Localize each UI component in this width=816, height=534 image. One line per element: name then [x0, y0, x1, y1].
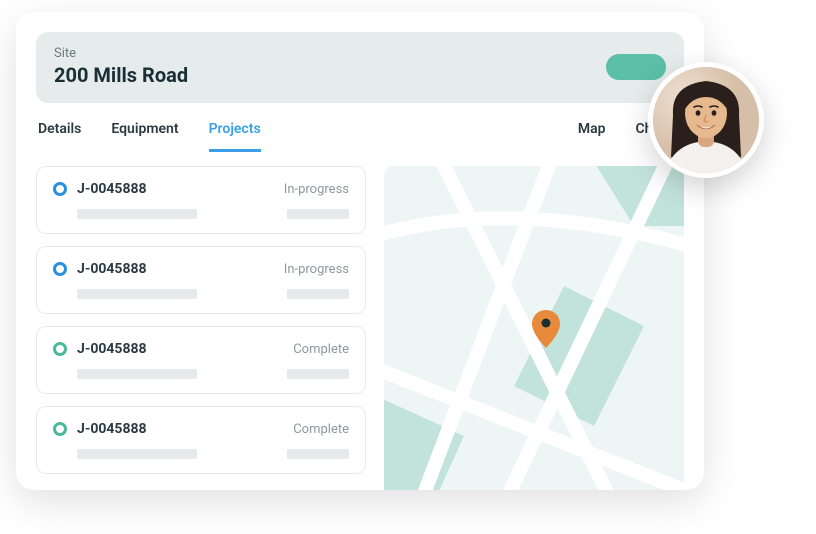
- tab-map[interactable]: Map: [578, 121, 606, 152]
- placeholder-line: [77, 289, 197, 299]
- project-card[interactable]: J-0045888 In-progress: [36, 246, 366, 314]
- site-title: 200 Mills Road: [54, 63, 188, 87]
- status-toggle[interactable]: [606, 54, 666, 80]
- project-card[interactable]: J-0045888 Complete: [36, 326, 366, 394]
- project-id: J-0045888: [77, 421, 147, 437]
- project-id: J-0045888: [77, 181, 147, 197]
- project-status: Complete: [293, 342, 349, 357]
- project-id: J-0045888: [77, 341, 147, 357]
- placeholder-line: [287, 289, 349, 299]
- avatar-image: [653, 67, 759, 173]
- site-label: Site: [54, 46, 188, 61]
- project-status: In-progress: [284, 182, 349, 197]
- project-id: J-0045888: [77, 261, 147, 277]
- content-area: J-0045888 In-progress J-0045888 In-progr…: [16, 152, 704, 490]
- tab-details[interactable]: Details: [38, 121, 81, 152]
- status-indicator-icon: [53, 422, 67, 436]
- project-card[interactable]: J-0045888 In-progress: [36, 166, 366, 234]
- placeholder-line: [77, 449, 197, 459]
- status-indicator-icon: [53, 262, 67, 276]
- placeholder-line: [287, 369, 349, 379]
- site-header: Site 200 Mills Road: [36, 32, 684, 103]
- project-status: Complete: [293, 422, 349, 437]
- tab-equipment[interactable]: Equipment: [111, 121, 178, 152]
- placeholder-line: [77, 209, 197, 219]
- placeholder-line: [77, 369, 197, 379]
- placeholder-line: [287, 449, 349, 459]
- project-status: In-progress: [284, 262, 349, 277]
- status-indicator-icon: [53, 182, 67, 196]
- site-card: Site 200 Mills Road Details Equipment Pr…: [16, 12, 704, 490]
- project-list: J-0045888 In-progress J-0045888 In-progr…: [36, 166, 366, 490]
- tabs: Details Equipment Projects Map Chatter: [16, 103, 704, 152]
- user-avatar[interactable]: [648, 62, 764, 178]
- status-indicator-icon: [53, 342, 67, 356]
- site-header-text: Site 200 Mills Road: [54, 46, 188, 87]
- map-pin-icon: [532, 310, 560, 348]
- tab-projects[interactable]: Projects: [209, 121, 261, 152]
- placeholder-line: [287, 209, 349, 219]
- project-card[interactable]: J-0045888 Complete: [36, 406, 366, 474]
- map-panel[interactable]: [384, 166, 684, 490]
